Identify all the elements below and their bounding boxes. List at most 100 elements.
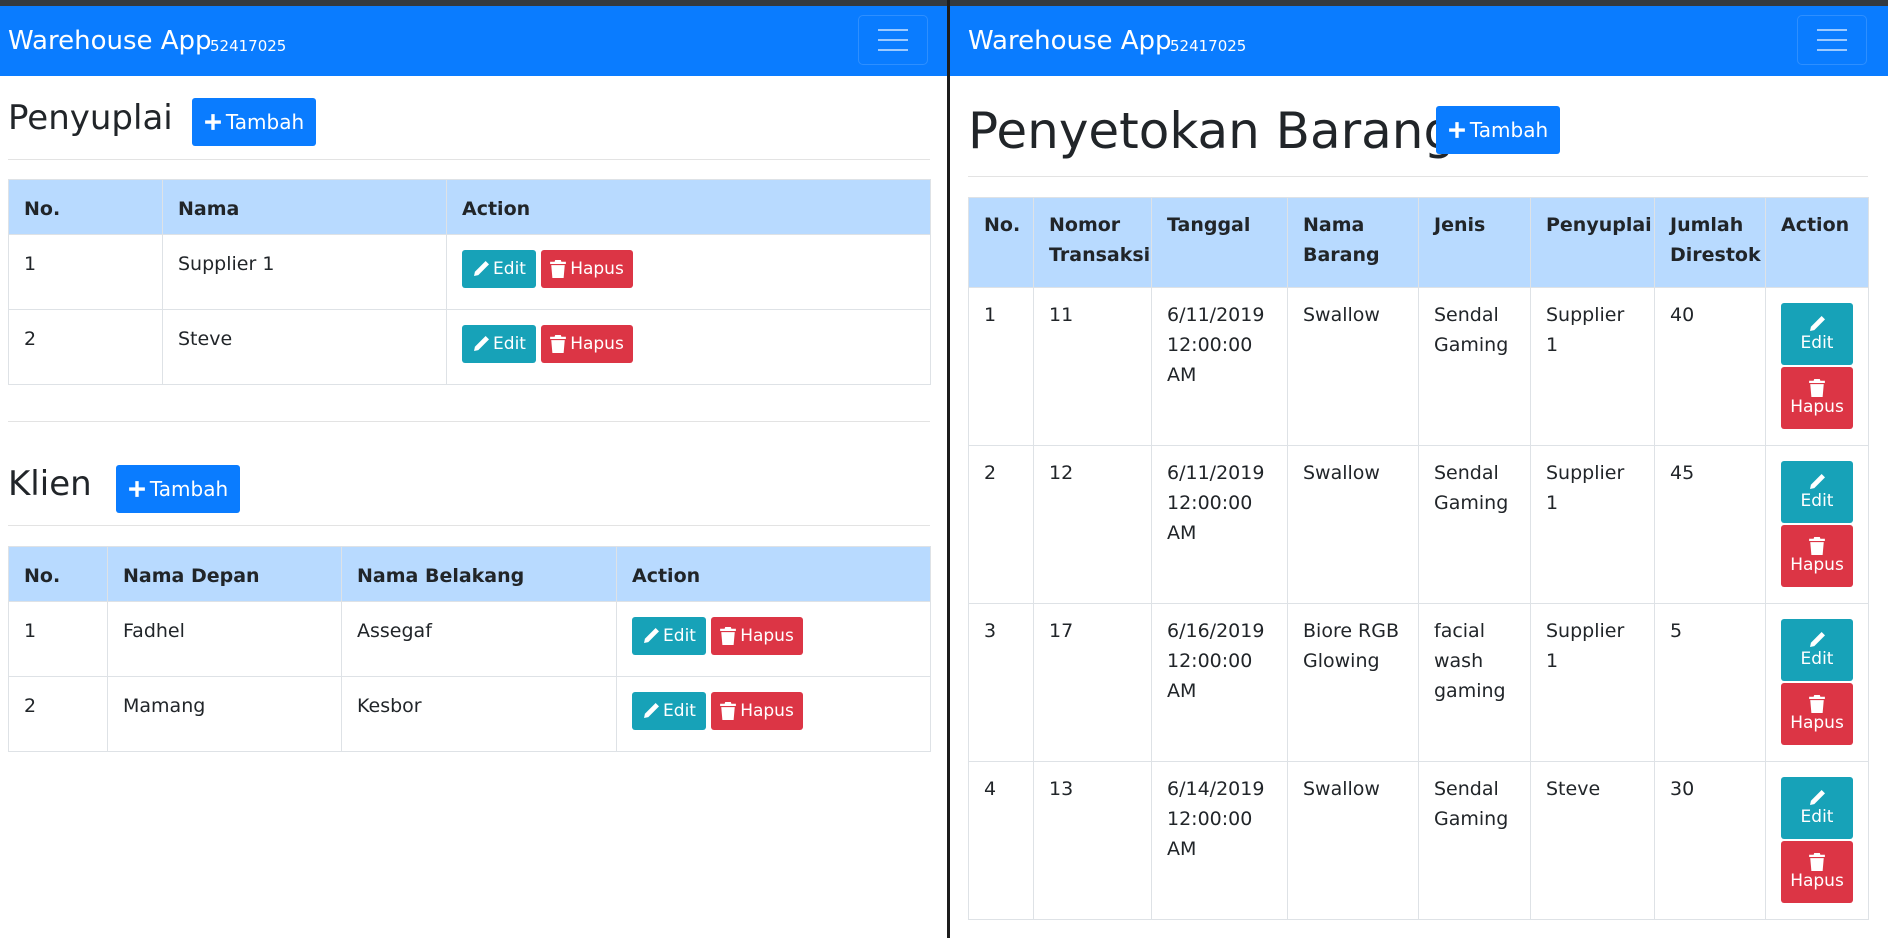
table-row: 3 17 6/16/2019 12:00:00 AM Biore RGB Glo… — [968, 603, 1869, 762]
page-title: Penyetokan Barang — [968, 102, 1456, 160]
cell-actions: Edit Hapus — [1765, 445, 1869, 604]
edit-button[interactable]: Edit — [1781, 303, 1853, 365]
table-header-row: No. Nomor Transaksi Tanggal Nama Barang … — [968, 197, 1869, 288]
col-header-date: Tanggal — [1151, 197, 1288, 288]
plus-icon — [204, 114, 221, 130]
col-header-transaction-number: Nomor Transaksi — [1033, 197, 1152, 288]
divider — [8, 159, 930, 160]
col-header-action: Action — [1765, 197, 1869, 288]
cell-no: 1 — [8, 234, 163, 310]
delete-button[interactable]: Hapus — [711, 617, 803, 655]
edit-button[interactable]: Edit — [1781, 777, 1853, 839]
cell-supplier: Supplier 1 — [1530, 603, 1655, 762]
cell-no: 2 — [8, 309, 163, 385]
cell-date: 6/11/2019 12:00:00 AM — [1151, 445, 1288, 604]
client-title: Klien — [8, 464, 92, 504]
col-header-item-name: Nama Barang — [1287, 197, 1419, 288]
col-header-last-name: Nama Belakang — [341, 546, 617, 602]
navbar-toggler-button[interactable] — [858, 15, 928, 65]
table-row: 2 Mamang Kesbor Edit Hapus — [8, 676, 931, 752]
trash-icon — [550, 260, 567, 278]
pencil-icon — [1810, 632, 1825, 647]
edit-button[interactable]: Edit — [1781, 461, 1853, 523]
cell-restock-qty: 30 — [1654, 761, 1766, 920]
table-header-row: No. Nama Action — [8, 179, 931, 235]
cell-type: Sendal Gaming — [1418, 445, 1531, 604]
cell-actions: Edit Hapus — [446, 309, 931, 385]
table-row: 2 Steve Edit Hapus — [8, 309, 931, 385]
navbar-brand[interactable]: Warehouse App — [968, 26, 1172, 56]
cell-date: 6/16/2019 12:00:00 AM — [1151, 603, 1288, 762]
cell-actions: Edit Hapus — [1765, 287, 1869, 446]
delete-button[interactable]: Hapus — [541, 250, 633, 288]
table-header-row: No. Nama Depan Nama Belakang Action — [8, 546, 931, 602]
add-stock-button[interactable]: Tambah — [1436, 106, 1560, 154]
trash-icon — [1809, 695, 1825, 713]
edit-button[interactable]: Edit — [632, 617, 706, 655]
cell-transaction-number: 11 — [1033, 287, 1152, 446]
cell-restock-qty: 45 — [1654, 445, 1766, 604]
cell-no: 2 — [8, 676, 108, 752]
delete-button[interactable]: Hapus — [1781, 841, 1853, 903]
cell-no: 2 — [968, 445, 1034, 604]
cell-transaction-number: 13 — [1033, 761, 1152, 920]
col-header-name: Nama — [162, 179, 447, 235]
cell-no: 4 — [968, 761, 1034, 920]
navbar-brand[interactable]: Warehouse App — [8, 26, 212, 56]
cell-item-name: Biore RGB Glowing — [1287, 603, 1419, 762]
cell-item-name: Swallow — [1287, 761, 1419, 920]
cell-item-name: Swallow — [1287, 445, 1419, 604]
cell-name: Supplier 1 — [162, 234, 447, 310]
divider — [968, 176, 1868, 177]
add-supplier-button[interactable]: Tambah — [192, 98, 316, 146]
delete-button[interactable]: Hapus — [1781, 367, 1853, 429]
trash-icon — [1809, 853, 1825, 871]
cell-transaction-number: 12 — [1033, 445, 1152, 604]
navbar: Warehouse App 52417025 — [0, 6, 947, 76]
cell-restock-qty: 5 — [1654, 603, 1766, 762]
cell-restock-qty: 40 — [1654, 287, 1766, 446]
col-header-action: Action — [446, 179, 931, 235]
pencil-icon — [1810, 316, 1825, 331]
cell-first-name: Fadhel — [107, 601, 342, 677]
table-row: 4 13 6/14/2019 12:00:00 AM Swallow Senda… — [968, 761, 1869, 920]
edit-button[interactable]: Edit — [1781, 619, 1853, 681]
table-row: 1 Supplier 1 Edit Hapus — [8, 234, 931, 310]
navbar-toggler-button[interactable] — [1797, 15, 1867, 65]
cell-date: 6/11/2019 12:00:00 AM — [1151, 287, 1288, 446]
hamburger-icon — [878, 29, 908, 31]
cell-transaction-number: 17 — [1033, 603, 1152, 762]
trash-icon — [550, 335, 567, 353]
table-row: 2 12 6/11/2019 12:00:00 AM Swallow Senda… — [968, 445, 1869, 604]
pencil-icon — [474, 261, 490, 276]
pencil-icon — [474, 336, 490, 351]
right-browser-pane: Warehouse App 52417025 Penyetokan Barang… — [950, 6, 1888, 938]
cell-no: 3 — [968, 603, 1034, 762]
add-client-button[interactable]: Tambah — [116, 465, 240, 513]
edit-button[interactable]: Edit — [462, 325, 536, 363]
delete-button[interactable]: Hapus — [541, 325, 633, 363]
pencil-icon — [644, 628, 660, 643]
divider — [8, 525, 930, 526]
delete-button[interactable]: Hapus — [1781, 683, 1853, 745]
cell-supplier: Steve — [1530, 761, 1655, 920]
delete-button[interactable]: Hapus — [711, 692, 803, 730]
col-header-supplier: Penyuplai — [1530, 197, 1655, 288]
cell-no: 1 — [968, 287, 1034, 446]
table-row: 1 11 6/11/2019 12:00:00 AM Swallow Senda… — [968, 287, 1869, 446]
cell-actions: Edit Hapus — [616, 676, 931, 752]
col-header-action: Action — [616, 546, 931, 602]
stock-table: No. Nomor Transaksi Tanggal Nama Barang … — [968, 197, 1869, 920]
cell-type: facial wash gaming — [1418, 603, 1531, 762]
col-header-no: No. — [8, 546, 108, 602]
cell-date: 6/14/2019 12:00:00 AM — [1151, 761, 1288, 920]
supplier-title: Penyuplai — [8, 98, 173, 138]
cell-type: Sendal Gaming — [1418, 287, 1531, 446]
navbar-student-id: 52417025 — [210, 37, 287, 55]
delete-button[interactable]: Hapus — [1781, 525, 1853, 587]
trash-icon — [1809, 537, 1825, 555]
client-table: No. Nama Depan Nama Belakang Action 1 Fa… — [8, 546, 931, 752]
edit-button[interactable]: Edit — [462, 250, 536, 288]
edit-button[interactable]: Edit — [632, 692, 706, 730]
navbar: Warehouse App 52417025 — [950, 6, 1888, 76]
